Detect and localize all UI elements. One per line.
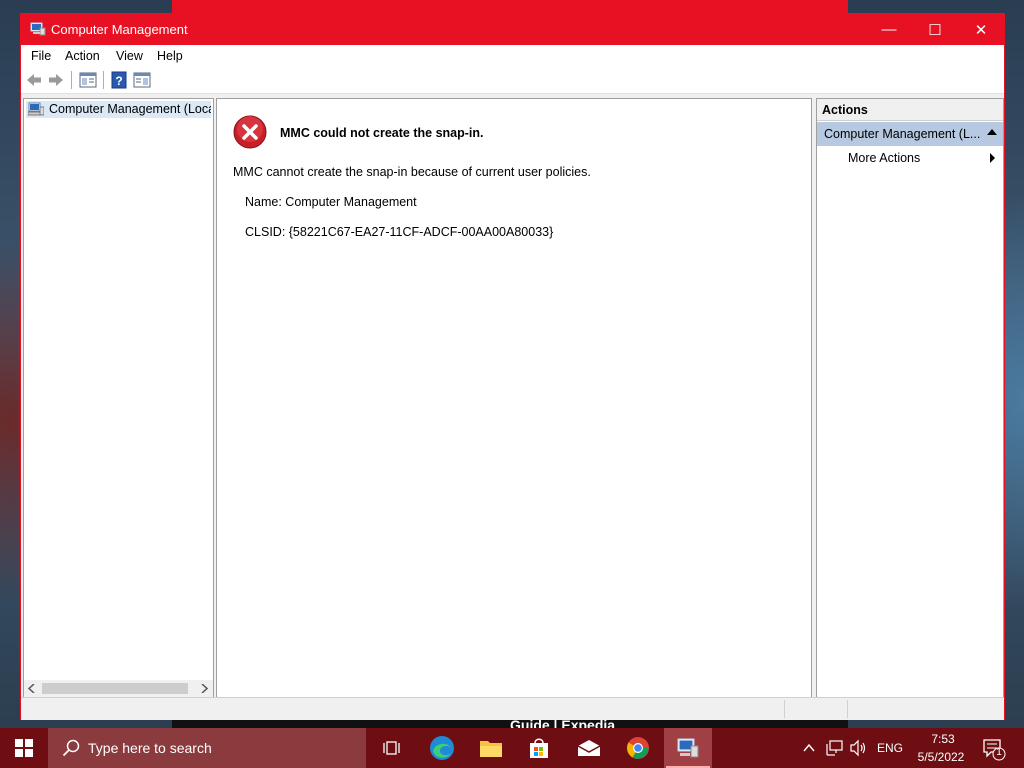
mail-taskbar-button[interactable]: [565, 728, 613, 768]
title-bar[interactable]: Computer Management — ☐ ✕: [21, 14, 1004, 45]
error-icon: [233, 115, 267, 149]
clock-time[interactable]: 7:53: [923, 732, 963, 746]
error-title: MMC could not create the snap-in.: [280, 126, 484, 140]
error-clsid: CLSID: {58221C67-EA27-11CF-ADCF-00AA00A8…: [245, 225, 554, 239]
forward-arrow-icon[interactable]: [47, 71, 65, 89]
scroll-right-icon[interactable]: [200, 684, 208, 693]
search-icon: [62, 739, 80, 757]
tree-horizontal-scrollbar[interactable]: [24, 680, 213, 697]
show-hide-console-tree-icon[interactable]: [79, 71, 97, 89]
show-hidden-icons-chevron-icon[interactable]: [803, 743, 815, 753]
background-window-titlebar: [172, 0, 848, 14]
status-bar: [21, 697, 1004, 720]
folder-icon: [480, 741, 502, 757]
collapse-up-icon[interactable]: [987, 129, 997, 135]
network-icon[interactable]: [826, 739, 844, 757]
menu-help[interactable]: Help: [157, 49, 183, 63]
window-title: Computer Management: [51, 22, 188, 37]
menu-file[interactable]: File: [31, 49, 51, 63]
clock-date[interactable]: 5/5/2022: [913, 750, 969, 764]
more-actions-label: More Actions: [848, 151, 921, 165]
status-separator: [847, 700, 848, 718]
actions-header-label: Actions: [822, 103, 868, 117]
chrome-taskbar-button[interactable]: [614, 728, 662, 768]
windows-logo-icon: [15, 739, 33, 757]
console-tree-pane: Computer Management (Local: [23, 98, 214, 698]
actions-pane: Actions Computer Management (L... More A…: [816, 98, 1004, 698]
computer-management-icon: [30, 22, 46, 36]
actions-header: Actions: [817, 99, 1003, 121]
menu-bar: File Action View Help: [21, 45, 1004, 67]
toolbar-separator: [103, 71, 104, 89]
computer-management-taskbar-button[interactable]: [664, 728, 712, 768]
toolbar-separator: [71, 71, 72, 89]
scroll-thumb[interactable]: [42, 683, 188, 694]
actions-section-computer-management[interactable]: Computer Management (L...: [817, 122, 1003, 146]
tree-item-label: Computer Management (Local: [49, 102, 211, 116]
maximize-button[interactable]: ☐: [912, 14, 958, 45]
computer-management-icon: [677, 738, 699, 758]
error-snapin-name: Name: Computer Management: [245, 195, 417, 209]
close-button[interactable]: ✕: [958, 14, 1004, 45]
store-taskbar-button[interactable]: [515, 728, 563, 768]
chrome-browser-icon: [627, 737, 649, 759]
search-placeholder: Type here to search: [88, 740, 212, 756]
menu-action[interactable]: Action: [65, 49, 100, 63]
task-view-button[interactable]: [368, 728, 416, 768]
notification-badge: 1: [996, 747, 1002, 758]
computer-icon: [28, 102, 44, 116]
volume-icon[interactable]: [850, 739, 868, 757]
menu-view[interactable]: View: [116, 49, 143, 63]
show-hide-action-pane-icon[interactable]: [133, 71, 151, 89]
minimize-icon: —: [881, 21, 897, 38]
store-bag-icon: [530, 738, 548, 758]
toolbar: ?: [21, 67, 1004, 94]
taskbar-search-box[interactable]: Type here to search: [48, 728, 366, 768]
actions-section-label: Computer Management (L...: [824, 127, 981, 141]
submenu-arrow-icon: [990, 153, 995, 163]
back-arrow-icon[interactable]: [25, 71, 43, 89]
edge-taskbar-button[interactable]: [418, 728, 466, 768]
error-message: MMC cannot create the snap-in because of…: [233, 165, 591, 179]
status-separator: [784, 700, 785, 718]
result-pane: MMC could not create the snap-in. MMC ca…: [216, 98, 812, 698]
computer-management-window: Computer Management — ☐ ✕ File Action Vi…: [20, 13, 1005, 720]
help-icon[interactable]: ?: [110, 71, 128, 89]
file-explorer-taskbar-button[interactable]: [467, 728, 515, 768]
start-button[interactable]: [0, 728, 48, 768]
task-view-icon: [383, 741, 400, 755]
mail-icon: [577, 740, 601, 756]
more-actions-item[interactable]: More Actions: [817, 148, 1003, 168]
maximize-icon: ☐: [928, 21, 942, 39]
svg-text:?: ?: [115, 74, 122, 88]
language-indicator[interactable]: ENG: [877, 741, 903, 755]
edge-browser-icon: [430, 736, 454, 760]
scroll-left-icon[interactable]: [28, 684, 36, 693]
taskbar: Type here to search ENG 1: [0, 728, 1024, 768]
tree-item-computer-management[interactable]: Computer Management (Local: [26, 101, 211, 118]
minimize-button[interactable]: —: [866, 14, 912, 45]
close-icon: ✕: [974, 21, 988, 39]
